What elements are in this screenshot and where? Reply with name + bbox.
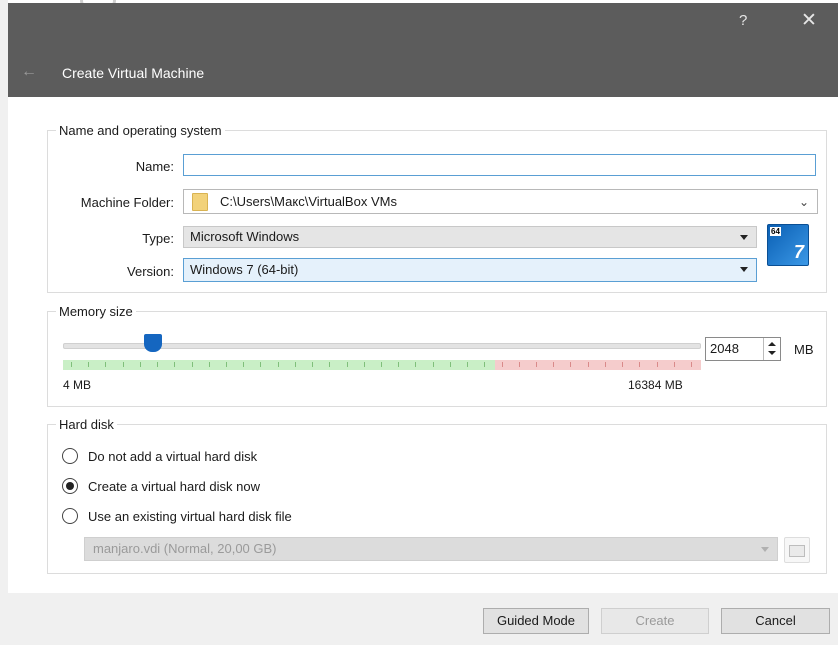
memory-scale-tick <box>295 362 296 367</box>
version-value: Windows 7 (64-bit) <box>190 262 299 277</box>
memory-min-label: 4 MB <box>63 378 92 392</box>
dropdown-arrow-icon <box>740 235 748 240</box>
memory-spinbox[interactable]: 2048 <box>705 337 781 361</box>
folder-icon <box>192 193 208 211</box>
memory-unit-label: MB <box>794 342 814 357</box>
radio-create-disk-label: Create a virtual hard disk now <box>88 479 260 494</box>
windows-7-os-icon: 64 7 <box>767 224 809 266</box>
memory-scale-tick <box>433 362 434 367</box>
memory-scale-tick <box>329 362 330 367</box>
version-select[interactable]: Windows 7 (64-bit) <box>183 258 757 282</box>
memory-scale-tick <box>553 362 554 367</box>
version-label: Version: <box>127 264 174 279</box>
memory-scale-tick <box>157 362 158 367</box>
os-icon-version: 7 <box>793 242 804 262</box>
memory-scale-tick <box>450 362 451 367</box>
machine-folder-select[interactable]: C:\Users\Макс\VirtualBox VMs ⌄ <box>183 189 818 214</box>
memory-scale-tick <box>570 362 571 367</box>
os-icon-64-badge: 64 <box>770 227 781 236</box>
spin-down-icon[interactable] <box>768 351 776 355</box>
name-label: Name: <box>135 159 174 174</box>
dropdown-arrow-icon <box>761 547 769 552</box>
memory-scale-tick <box>209 362 210 367</box>
memory-scale-tick <box>536 362 537 367</box>
close-button[interactable]: ✕ <box>801 9 817 32</box>
memory-scale-tick <box>347 362 348 367</box>
background-strip <box>0 0 8 645</box>
type-label: Type: <box>142 231 174 246</box>
memory-scale-tick <box>398 362 399 367</box>
memory-scale-tick <box>657 362 658 367</box>
memory-slider-scale <box>63 360 701 370</box>
hard-disk-legend: Hard disk <box>59 417 114 432</box>
cancel-button[interactable]: Cancel <box>721 608 830 634</box>
dialog-footer: Guided Mode Create Cancel <box>8 593 838 645</box>
memory-scale-tick <box>105 362 106 367</box>
memory-scale-tick <box>691 362 692 367</box>
memory-scale-tick <box>605 362 606 367</box>
memory-scale-tick <box>71 362 72 367</box>
memory-scale-tick <box>364 362 365 367</box>
radio-existing-disk-label: Use an existing virtual hard disk file <box>88 509 292 524</box>
memory-scale-tick <box>174 362 175 367</box>
memory-scale-tick <box>140 362 141 367</box>
memory-scale-tick <box>484 362 485 367</box>
dialog-title: Create Virtual Machine <box>62 65 205 81</box>
spin-up-icon[interactable] <box>768 342 776 346</box>
memory-scale-tick <box>192 362 193 367</box>
memory-scale-tick <box>519 362 520 367</box>
radio-no-disk[interactable] <box>62 448 78 464</box>
help-button[interactable]: ? <box>739 12 747 29</box>
memory-scale-tick <box>381 362 382 367</box>
memory-scale-tick <box>639 362 640 367</box>
machine-folder-label: Machine Folder: <box>80 195 174 210</box>
memory-danger-zone <box>495 360 701 370</box>
dialog-titlebar: ? ✕ ← Create Virtual Machine <box>8 3 838 97</box>
create-button[interactable]: Create <box>601 608 709 634</box>
memory-scale-tick <box>312 362 313 367</box>
existing-disk-value: manjaro.vdi (Normal, 20,00 GB) <box>93 541 277 556</box>
choose-disk-file-icon[interactable] <box>784 537 810 563</box>
existing-disk-select[interactable]: manjaro.vdi (Normal, 20,00 GB) <box>84 537 778 561</box>
name-os-legend: Name and operating system <box>59 123 222 138</box>
type-select[interactable]: Microsoft Windows <box>183 226 757 248</box>
memory-scale-tick <box>467 362 468 367</box>
memory-scale-tick <box>88 362 89 367</box>
memory-spin-buttons[interactable] <box>763 338 780 360</box>
memory-scale-tick <box>622 362 623 367</box>
memory-scale-tick <box>278 362 279 367</box>
memory-scale-tick <box>588 362 589 367</box>
memory-max-label: 16384 MB <box>628 378 683 392</box>
memory-value: 2048 <box>710 341 739 356</box>
memory-scale-tick <box>502 362 503 367</box>
machine-folder-value: C:\Users\Макс\VirtualBox VMs <box>220 194 397 209</box>
chevron-down-icon: ⌄ <box>798 195 809 209</box>
memory-scale-tick <box>243 362 244 367</box>
memory-scale-tick <box>674 362 675 367</box>
dropdown-arrow-icon <box>740 267 748 272</box>
memory-slider-thumb[interactable] <box>143 334 162 352</box>
radio-existing-disk[interactable] <box>62 508 78 524</box>
radio-create-disk[interactable] <box>62 478 78 494</box>
radio-no-disk-label: Do not add a virtual hard disk <box>88 449 258 464</box>
type-value: Microsoft Windows <box>190 229 300 244</box>
memory-scale-tick <box>123 362 124 367</box>
memory-scale-tick <box>415 362 416 367</box>
back-arrow-icon[interactable]: ← <box>21 63 37 81</box>
memory-legend: Memory size <box>59 304 133 319</box>
memory-scale-tick <box>226 362 227 367</box>
guided-mode-button[interactable]: Guided Mode <box>483 608 589 634</box>
memory-safe-zone <box>63 360 495 370</box>
memory-scale-tick <box>260 362 261 367</box>
name-input[interactable] <box>183 154 816 176</box>
